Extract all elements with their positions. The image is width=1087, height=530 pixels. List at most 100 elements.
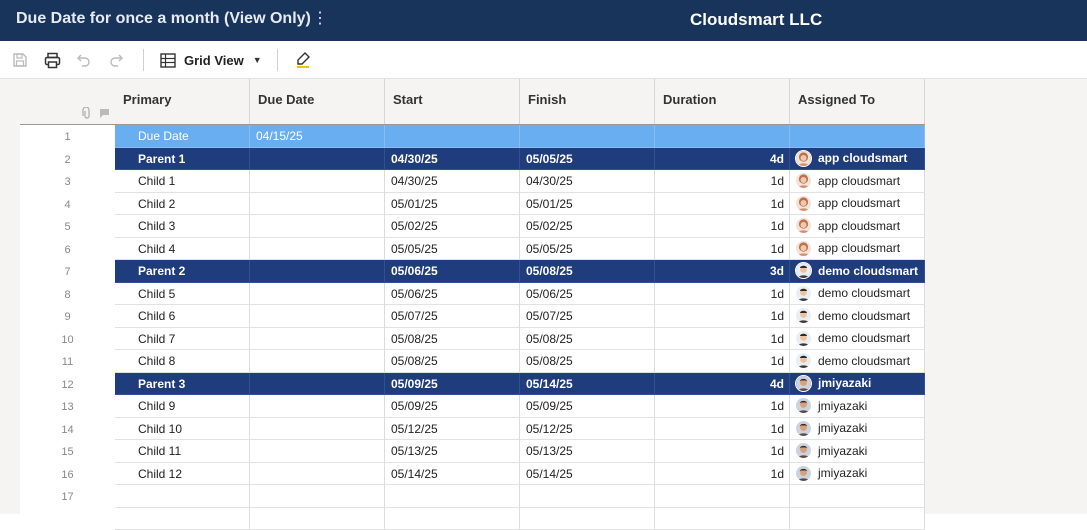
cell-duration[interactable]: 1d <box>655 193 790 216</box>
table-row[interactable]: 4Child 205/01/2505/01/251dapp cloudsmart <box>20 193 925 216</box>
cell-duration[interactable]: 1d <box>655 463 790 486</box>
cell-assigned-to[interactable]: app cloudsmart <box>790 193 925 216</box>
cell-start[interactable]: 05/05/25 <box>385 238 520 261</box>
table-row[interactable]: 9Child 605/07/2505/07/251ddemo cloudsmar… <box>20 305 925 328</box>
cell-duration[interactable] <box>655 485 790 508</box>
cell-due-date[interactable] <box>250 283 385 306</box>
cell-finish[interactable]: 05/08/25 <box>520 328 655 351</box>
cell-primary[interactable]: Child 5 <box>115 283 250 306</box>
table-row[interactable] <box>20 508 925 530</box>
cell-duration[interactable]: 4d <box>655 148 790 171</box>
cell-due-date[interactable] <box>250 193 385 216</box>
cell-due-date[interactable] <box>250 170 385 193</box>
cell-assigned-to[interactable]: jmiyazaki <box>790 440 925 463</box>
redo-icon[interactable] <box>106 50 126 70</box>
row-number[interactable]: 17 <box>20 485 115 508</box>
cell-assigned-to[interactable]: app cloudsmart <box>790 170 925 193</box>
cell-assigned-to[interactable] <box>790 485 925 508</box>
cell-due-date[interactable] <box>250 508 385 530</box>
cell-finish[interactable]: 05/05/25 <box>520 238 655 261</box>
cell-assigned-to[interactable] <box>790 125 925 148</box>
cell-duration[interactable]: 1d <box>655 440 790 463</box>
cell-due-date[interactable] <box>250 485 385 508</box>
row-number[interactable]: 1 <box>20 125 115 148</box>
table-row[interactable]: 3Child 104/30/2504/30/251dapp cloudsmart <box>20 170 925 193</box>
cell-duration[interactable] <box>655 508 790 530</box>
cell-start[interactable]: 05/01/25 <box>385 193 520 216</box>
table-row[interactable]: 8Child 505/06/2505/06/251ddemo cloudsmar… <box>20 283 925 306</box>
cell-duration[interactable]: 1d <box>655 350 790 373</box>
table-row[interactable]: 2Parent 104/30/2505/05/254dapp cloudsmar… <box>20 148 925 171</box>
cell-finish[interactable]: 05/08/25 <box>520 350 655 373</box>
cell-assigned-to[interactable]: demo cloudsmart <box>790 350 925 373</box>
cell-duration[interactable]: 3d <box>655 260 790 283</box>
cell-finish[interactable]: 05/12/25 <box>520 418 655 441</box>
cell-primary[interactable]: Child 10 <box>115 418 250 441</box>
column-header-assigned-to[interactable]: Assigned To <box>790 79 925 125</box>
cell-due-date[interactable] <box>250 463 385 486</box>
row-number[interactable]: 12 <box>20 373 115 396</box>
cell-finish[interactable]: 05/09/25 <box>520 395 655 418</box>
cell-due-date[interactable] <box>250 260 385 283</box>
cell-primary[interactable] <box>115 508 250 530</box>
save-icon[interactable] <box>10 50 30 70</box>
cell-finish[interactable]: 05/07/25 <box>520 305 655 328</box>
cell-assigned-to[interactable]: app cloudsmart <box>790 148 925 171</box>
row-number[interactable]: 7 <box>20 260 115 283</box>
cell-start[interactable]: 04/30/25 <box>385 148 520 171</box>
cell-finish[interactable]: 05/13/25 <box>520 440 655 463</box>
cell-start[interactable]: 05/06/25 <box>385 260 520 283</box>
cell-start[interactable]: 05/09/25 <box>385 373 520 396</box>
cell-due-date[interactable] <box>250 395 385 418</box>
cell-start[interactable]: 05/06/25 <box>385 283 520 306</box>
column-header-start[interactable]: Start <box>385 79 520 125</box>
cell-assigned-to[interactable]: demo cloudsmart <box>790 260 925 283</box>
cell-primary[interactable]: Child 11 <box>115 440 250 463</box>
cell-primary[interactable]: Child 3 <box>115 215 250 238</box>
cell-start[interactable]: 04/30/25 <box>385 170 520 193</box>
table-row[interactable]: 12Parent 305/09/2505/14/254djmiyazaki <box>20 373 925 396</box>
cell-duration[interactable]: 1d <box>655 328 790 351</box>
cell-due-date[interactable] <box>250 373 385 396</box>
attachment-icon[interactable] <box>82 107 92 119</box>
cell-start[interactable] <box>385 485 520 508</box>
table-row[interactable]: 15Child 1105/13/2505/13/251djmiyazaki <box>20 440 925 463</box>
cell-duration[interactable]: 1d <box>655 395 790 418</box>
row-number[interactable]: 11 <box>20 350 115 373</box>
cell-assigned-to[interactable]: demo cloudsmart <box>790 328 925 351</box>
cell-primary[interactable]: Child 2 <box>115 193 250 216</box>
cell-finish[interactable]: 04/30/25 <box>520 170 655 193</box>
cell-finish[interactable]: 05/08/25 <box>520 260 655 283</box>
table-row[interactable]: 13Child 905/09/2505/09/251djmiyazaki <box>20 395 925 418</box>
cell-duration[interactable]: 4d <box>655 373 790 396</box>
cell-primary[interactable]: Child 12 <box>115 463 250 486</box>
cell-start[interactable] <box>385 125 520 148</box>
cell-duration[interactable]: 1d <box>655 215 790 238</box>
undo-icon[interactable] <box>74 50 94 70</box>
cell-finish[interactable] <box>520 508 655 530</box>
cell-due-date[interactable] <box>250 238 385 261</box>
cell-finish[interactable]: 05/06/25 <box>520 283 655 306</box>
cell-primary[interactable]: Child 8 <box>115 350 250 373</box>
cell-primary[interactable]: Parent 2 <box>115 260 250 283</box>
row-number[interactable]: 10 <box>20 328 115 351</box>
row-number[interactable]: 3 <box>20 170 115 193</box>
cell-start[interactable]: 05/08/25 <box>385 328 520 351</box>
cell-finish[interactable] <box>520 125 655 148</box>
cell-finish[interactable]: 05/02/25 <box>520 215 655 238</box>
cell-assigned-to[interactable]: jmiyazaki <box>790 418 925 441</box>
cell-duration[interactable]: 1d <box>655 283 790 306</box>
cell-assigned-to[interactable]: demo cloudsmart <box>790 305 925 328</box>
cell-duration[interactable]: 1d <box>655 238 790 261</box>
row-number[interactable]: 14 <box>20 418 115 441</box>
column-header-due-date[interactable]: Due Date <box>250 79 385 125</box>
cell-duration[interactable]: 1d <box>655 170 790 193</box>
cell-finish[interactable] <box>520 485 655 508</box>
row-number[interactable]: 13 <box>20 395 115 418</box>
cell-assigned-to[interactable]: jmiyazaki <box>790 395 925 418</box>
cell-start[interactable]: 05/14/25 <box>385 463 520 486</box>
cell-start[interactable] <box>385 508 520 530</box>
cell-start[interactable]: 05/07/25 <box>385 305 520 328</box>
cell-finish[interactable]: 05/14/25 <box>520 463 655 486</box>
cell-finish[interactable]: 05/01/25 <box>520 193 655 216</box>
